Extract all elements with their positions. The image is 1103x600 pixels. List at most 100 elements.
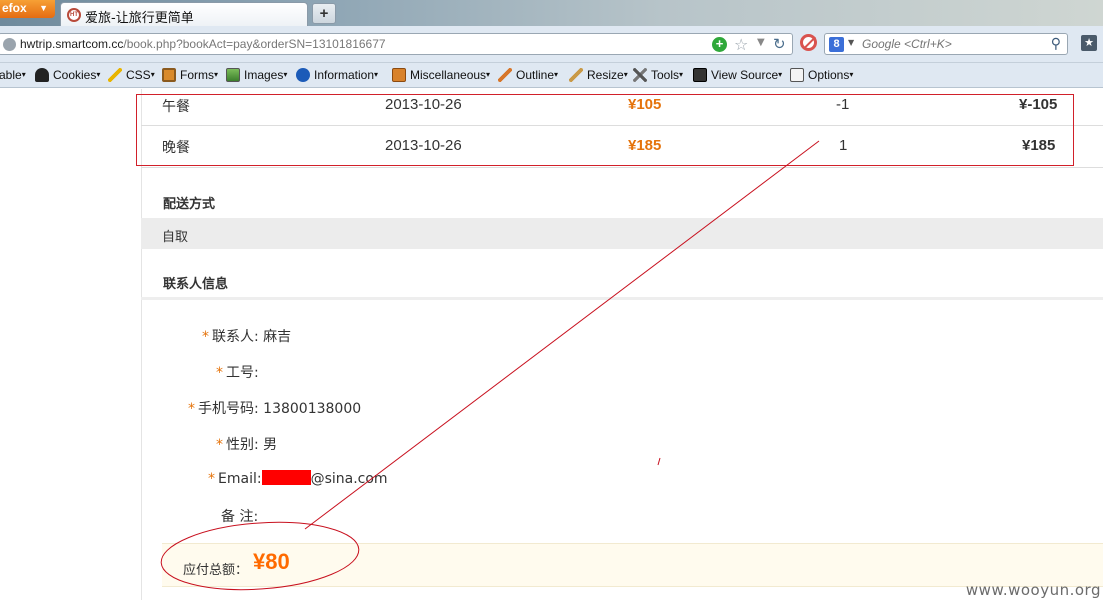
devbar-item-resize[interactable]: Resize▾ bbox=[569, 68, 628, 82]
tools-icon bbox=[633, 68, 647, 82]
caret-icon: ▾ bbox=[554, 70, 559, 79]
section-divider bbox=[141, 297, 1103, 300]
devbar-label: Miscellaneous bbox=[410, 68, 487, 82]
required-mark: * bbox=[216, 365, 223, 381]
field-value: 男 bbox=[263, 437, 278, 453]
delivery-section-title: 配送方式 bbox=[163, 197, 216, 212]
caret-icon: ▾ bbox=[214, 70, 219, 79]
go-arrow-icon[interactable]: + bbox=[712, 37, 727, 52]
chevron-down-icon: ▼ bbox=[39, 3, 48, 13]
devbar-item-images[interactable]: Images▾ bbox=[226, 68, 287, 82]
devbar-label: able bbox=[0, 68, 22, 82]
tab-title: 爱旅-让旅行更简单 bbox=[85, 11, 194, 26]
devbar-label: Resize bbox=[587, 68, 624, 82]
gender-row: * 性别: 男 bbox=[216, 434, 277, 454]
devbar-label: Information bbox=[314, 68, 375, 82]
caret-icon: ▾ bbox=[374, 70, 379, 79]
caret-icon: ▾ bbox=[778, 70, 783, 79]
field-label: Email: bbox=[218, 471, 262, 487]
devbar-item-css[interactable]: CSS▾ bbox=[108, 68, 155, 82]
url-path: /book.php?bookAct=pay&orderSN=1310181667… bbox=[123, 37, 386, 51]
required-mark: * bbox=[208, 471, 215, 487]
payment-total-amount: ¥80 bbox=[253, 549, 290, 574]
view-source-icon bbox=[693, 68, 707, 82]
cookies-icon bbox=[35, 68, 49, 82]
remarks-row: 备 注: bbox=[221, 506, 258, 526]
navigation-bar: hwtrip.smartcom.cc/book.php?bookAct=pay&… bbox=[0, 26, 1103, 63]
annotation-highlight-box bbox=[136, 94, 1074, 166]
noscript-icon[interactable] bbox=[800, 34, 817, 51]
contact-section-title: 联系人信息 bbox=[163, 277, 229, 292]
options-icon bbox=[790, 68, 804, 82]
email-row: * Email: @sina.com bbox=[208, 470, 388, 487]
url-host: hwtrip.smartcom.cc bbox=[20, 37, 124, 51]
devbar-item-forms[interactable]: Forms▾ bbox=[162, 68, 218, 82]
required-mark: * bbox=[216, 437, 223, 453]
field-value: 13800138000 bbox=[263, 401, 362, 417]
search-icon[interactable]: ⚲ bbox=[1051, 36, 1061, 52]
outline-icon bbox=[498, 68, 512, 82]
devbar-label: Images bbox=[244, 68, 284, 82]
reload-icon[interactable]: ↻ bbox=[773, 35, 786, 53]
firefox-menu-button[interactable]: efox ▼ bbox=[0, 0, 55, 18]
css-icon bbox=[108, 68, 122, 82]
employee-id-row: * 工号: bbox=[216, 362, 259, 382]
caret-icon: ▾ bbox=[283, 70, 288, 79]
caret-icon: ▾ bbox=[849, 70, 854, 79]
field-value: @sina.com bbox=[310, 471, 388, 487]
images-icon bbox=[226, 68, 240, 82]
url-text: hwtrip.smartcom.cc/book.php?bookAct=pay&… bbox=[20, 37, 386, 51]
redaction-block bbox=[261, 470, 311, 485]
payment-total-label: 应付总额： bbox=[183, 563, 249, 578]
screenshot-root: efox ▼ HT 爱旅-让旅行更简单 + hwtrip.smartcom.cc… bbox=[0, 0, 1103, 600]
required-mark: * bbox=[188, 401, 195, 417]
bookmark-star-icon[interactable]: ☆ bbox=[734, 35, 748, 54]
caret-icon: ▾ bbox=[623, 70, 628, 79]
firefox-menu-label: efox bbox=[2, 1, 27, 15]
devbar-label: View Source bbox=[711, 68, 779, 82]
payment-total-bar: 应付总额： ¥80 bbox=[162, 543, 1103, 587]
web-developer-toolbar: able▾ Cookies▾ CSS▾ Forms▾ Images▾ Infor… bbox=[0, 63, 1103, 88]
phone-row: * 手机号码: 13800138000 bbox=[188, 398, 361, 418]
site-identity-icon[interactable] bbox=[3, 38, 16, 51]
history-dropdown-icon[interactable]: ▼ bbox=[757, 37, 765, 48]
resize-icon bbox=[569, 68, 583, 82]
caret-icon: ▾ bbox=[150, 70, 155, 79]
devbar-label: Forms bbox=[180, 68, 214, 82]
devbar-label: Outline bbox=[516, 68, 555, 82]
devbar-label: Options bbox=[808, 68, 850, 82]
search-input[interactable] bbox=[862, 37, 1042, 51]
engine-dropdown-icon[interactable]: ▼ bbox=[848, 38, 854, 47]
devbar-label: Cookies bbox=[53, 68, 97, 82]
field-label: 联系人: bbox=[212, 329, 259, 345]
field-label: 性别: bbox=[226, 437, 259, 453]
new-tab-button[interactable]: + bbox=[312, 3, 336, 24]
field-label: 备 注: bbox=[221, 509, 259, 525]
devbar-item-information[interactable]: Information▾ bbox=[296, 68, 378, 82]
devbar-label: CSS bbox=[126, 68, 151, 82]
browser-tab[interactable]: HT 爱旅-让旅行更简单 bbox=[60, 2, 308, 26]
devbar-item-tools[interactable]: Tools▾ bbox=[633, 68, 683, 82]
devbar-item-miscellaneous[interactable]: Miscellaneous▾ bbox=[392, 68, 490, 82]
field-label: 手机号码: bbox=[198, 401, 259, 417]
site-favicon-icon: HT bbox=[67, 8, 81, 22]
bookmarks-menu-icon[interactable]: ★ bbox=[1081, 35, 1097, 51]
search-bar[interactable]: 8 ▼ ⚲ bbox=[824, 33, 1068, 55]
row-divider bbox=[141, 167, 1103, 168]
required-mark: * bbox=[202, 329, 209, 345]
devbar-item-disable[interactable]: able▾ bbox=[0, 68, 26, 82]
google-engine-icon[interactable]: 8 bbox=[829, 37, 844, 52]
url-bar[interactable]: hwtrip.smartcom.cc/book.php?bookAct=pay&… bbox=[0, 33, 793, 55]
tab-strip: efox ▼ HT 爱旅-让旅行更简单 + bbox=[0, 0, 1103, 26]
delivery-method-bar: 自取 bbox=[141, 218, 1103, 249]
caret-icon: ▾ bbox=[21, 70, 26, 79]
information-icon bbox=[296, 68, 310, 82]
field-label: 工号: bbox=[226, 365, 259, 381]
devbar-item-cookies[interactable]: Cookies▾ bbox=[35, 68, 100, 82]
devbar-item-view-source[interactable]: View Source▾ bbox=[693, 68, 782, 82]
devbar-item-outline[interactable]: Outline▾ bbox=[498, 68, 558, 82]
devbar-item-options[interactable]: Options▾ bbox=[790, 68, 853, 82]
caret-icon: ▾ bbox=[679, 70, 684, 79]
devbar-label: Tools bbox=[651, 68, 680, 82]
caret-icon: ▾ bbox=[96, 70, 101, 79]
